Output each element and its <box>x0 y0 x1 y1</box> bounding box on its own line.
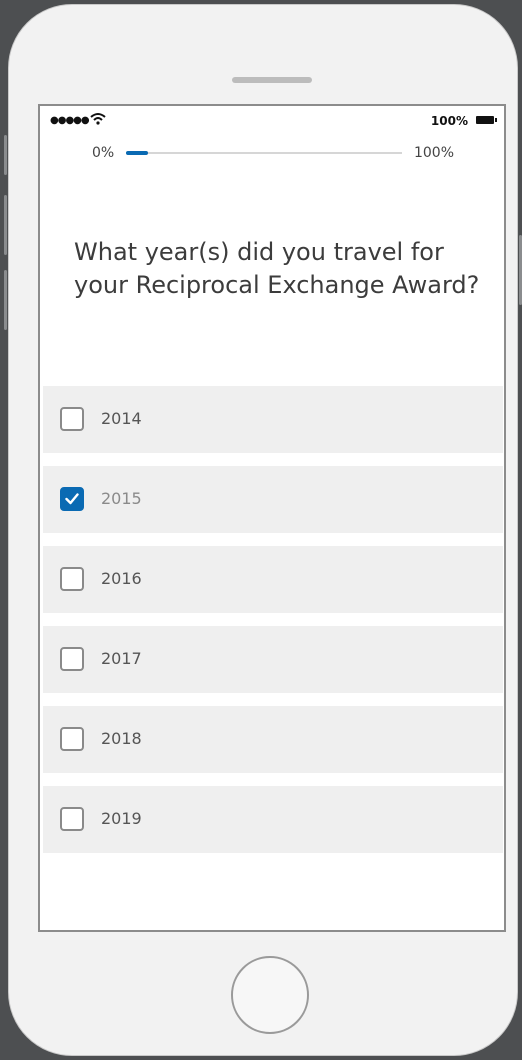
option-label: 2018 <box>101 729 142 748</box>
phone-frame: ●●●●● 100% 0% 100% What year(s) did you … <box>4 4 522 1056</box>
wifi-icon <box>90 113 106 125</box>
checkbox-checked[interactable] <box>60 487 84 511</box>
side-button-left-3 <box>4 270 7 330</box>
checkbox[interactable] <box>60 727 84 751</box>
status-bar: ●●●●● 100% <box>40 106 504 136</box>
signal-icon: ●●●●● <box>50 115 90 126</box>
option-2017[interactable]: 2017 <box>43 626 503 693</box>
screen: ●●●●● 100% 0% 100% What year(s) did you … <box>38 104 506 932</box>
side-button-left-2 <box>4 195 7 255</box>
option-label: 2016 <box>101 569 142 588</box>
option-2018[interactable]: 2018 <box>43 706 503 773</box>
progress-track <box>126 151 402 155</box>
option-label: 2019 <box>101 809 142 828</box>
option-2016[interactable]: 2016 <box>43 546 503 613</box>
question-text: What year(s) did you travel for your Rec… <box>74 238 480 299</box>
option-2015[interactable]: 2015 <box>43 466 503 533</box>
home-button[interactable] <box>231 956 309 1034</box>
progress-fill <box>126 151 149 155</box>
side-button-left-1 <box>4 135 7 175</box>
progress-min-label: 0% <box>92 145 115 161</box>
checkbox[interactable] <box>60 567 84 591</box>
option-2014[interactable]: 2014 <box>43 386 503 453</box>
progress-max-label: 100% <box>413 145 454 161</box>
option-2019[interactable]: 2019 <box>43 786 503 853</box>
checkbox[interactable] <box>60 407 84 431</box>
checkbox[interactable] <box>60 807 84 831</box>
checkmark-icon <box>65 493 79 505</box>
speaker-grille <box>232 77 312 83</box>
option-label: 2014 <box>101 409 142 428</box>
option-label: 2017 <box>101 649 142 668</box>
battery-percent: 100% <box>430 114 468 128</box>
option-label: 2015 <box>101 489 142 508</box>
checkbox[interactable] <box>60 647 84 671</box>
battery-icon <box>476 116 497 124</box>
progress-bar: 0% 100% <box>40 140 504 164</box>
